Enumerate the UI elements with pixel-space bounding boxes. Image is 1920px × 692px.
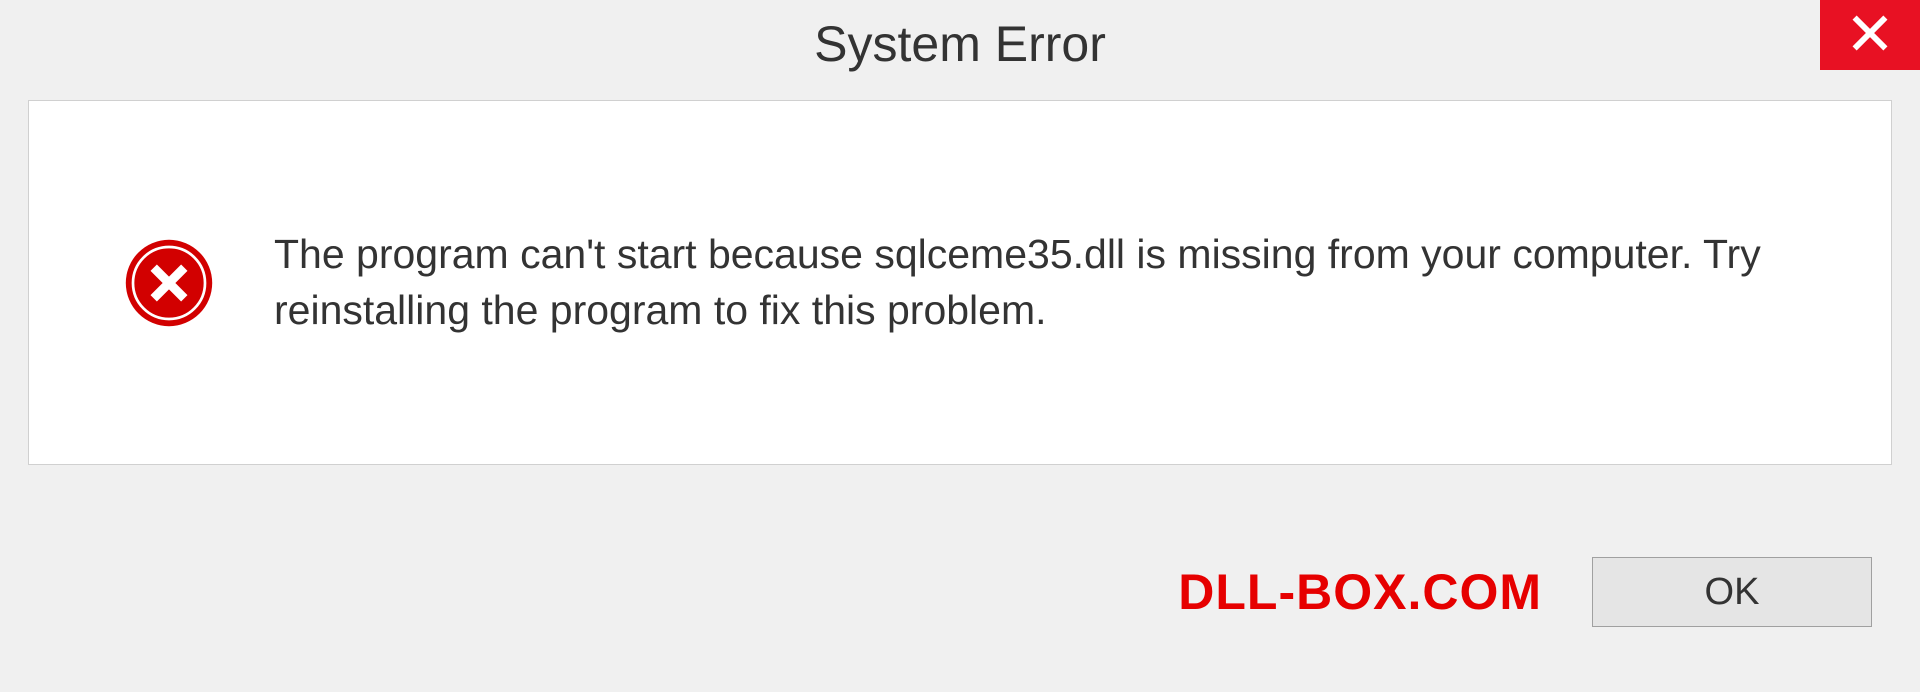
ok-button[interactable]: OK <box>1592 557 1872 627</box>
watermark-text: DLL-BOX.COM <box>1178 563 1542 621</box>
error-icon <box>124 238 214 328</box>
error-message: The program can't start because sqlceme3… <box>274 227 1831 338</box>
close-icon <box>1850 13 1890 58</box>
content-panel: The program can't start because sqlceme3… <box>28 100 1892 465</box>
footer-area: DLL-BOX.COM OK <box>0 492 1920 692</box>
dialog-title: System Error <box>814 15 1106 73</box>
close-button[interactable] <box>1820 0 1920 70</box>
